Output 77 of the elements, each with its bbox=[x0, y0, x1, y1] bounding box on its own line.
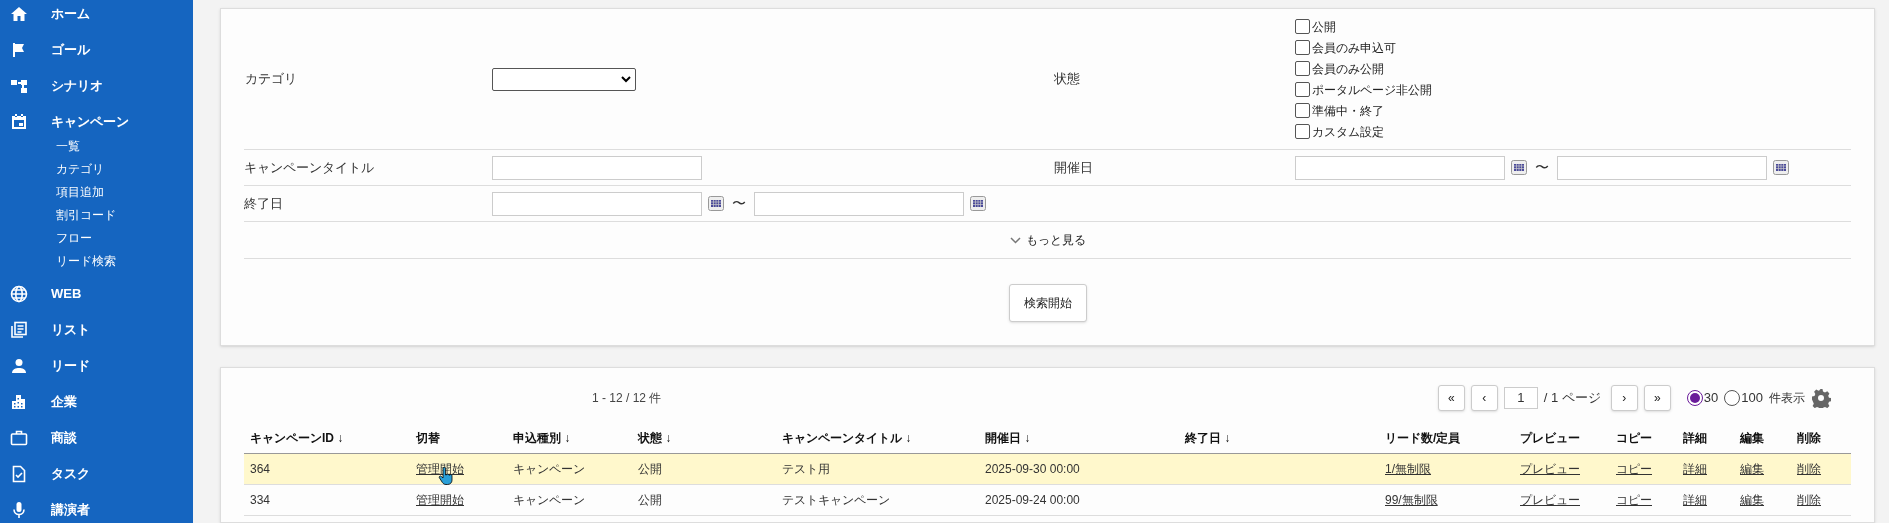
column-header[interactable]: プレビュー bbox=[1514, 424, 1610, 453]
sidebar-item[interactable]: 商談 bbox=[0, 420, 193, 456]
table-cell: テスト用 bbox=[776, 453, 979, 484]
range-separator: 〜 bbox=[1534, 158, 1550, 177]
page-input[interactable]: 1 bbox=[1503, 387, 1538, 409]
table-link[interactable]: 詳細 bbox=[1683, 461, 1707, 476]
table-link[interactable]: プレビュー bbox=[1520, 492, 1580, 507]
page-size-radio[interactable]: 30 bbox=[1686, 388, 1719, 408]
table-link[interactable]: 詳細 bbox=[1683, 492, 1707, 507]
table-cell: 公開 bbox=[632, 453, 776, 484]
sidebar-subitem[interactable]: フロー bbox=[56, 226, 193, 249]
table-cell: 2025-09-30 00:00 bbox=[979, 453, 1179, 484]
column-header[interactable]: 状態 ↓ bbox=[632, 424, 776, 453]
table-cell: 364 bbox=[244, 453, 410, 484]
table-link[interactable]: 編集 bbox=[1740, 492, 1764, 507]
status-checkbox[interactable]: ポータルページ非公開 bbox=[1295, 80, 1851, 99]
status-checkbox[interactable]: 準備中・終了 bbox=[1295, 101, 1851, 120]
result-count: 1 - 12 / 12 件 bbox=[592, 390, 662, 407]
column-header[interactable]: キャンペーンタイトル ↓ bbox=[776, 424, 979, 453]
sidebar-item[interactable]: 講演者 bbox=[0, 492, 193, 523]
sidebar-subitem[interactable]: 割引コード bbox=[56, 203, 193, 226]
table-cell: 2025-09-24 00:00 bbox=[979, 484, 1179, 515]
column-header[interactable]: 開催日 ↓ bbox=[979, 424, 1179, 453]
sidebar-item[interactable]: タスク bbox=[0, 456, 193, 492]
sidebar-item[interactable]: WEB bbox=[0, 276, 193, 312]
sidebar-item[interactable]: シナリオ bbox=[0, 68, 193, 104]
table-link[interactable]: 1/無制限 bbox=[1385, 461, 1431, 476]
column-header[interactable]: 編集 bbox=[1734, 424, 1791, 453]
show-more-link[interactable]: もっと見る bbox=[1009, 231, 1086, 249]
column-header[interactable]: 詳細 bbox=[1677, 424, 1734, 453]
table-cell: 公開 bbox=[632, 484, 776, 515]
field-label: 状態 bbox=[1054, 70, 1081, 89]
column-header[interactable]: 切替 bbox=[410, 424, 507, 453]
sidebar-subitem[interactable]: リード検索 bbox=[56, 249, 193, 272]
sidebar-item[interactable]: リスト bbox=[0, 312, 193, 348]
status-checkbox[interactable]: 会員のみ公開 bbox=[1295, 59, 1851, 78]
previous-page-button[interactable]: ‹ bbox=[1470, 385, 1498, 411]
sidebar-item[interactable]: ゴール bbox=[0, 32, 193, 68]
status-checkbox[interactable]: カスタム設定 bbox=[1295, 122, 1851, 141]
next-page-button[interactable]: › bbox=[1610, 385, 1638, 411]
table-cell: キャンペーン bbox=[507, 453, 632, 484]
table-cell: テストキャンペーン bbox=[776, 484, 979, 515]
column-header[interactable]: 削除 bbox=[1791, 424, 1851, 453]
status-checkbox[interactable]: 会員のみ申込可 bbox=[1295, 38, 1851, 57]
table-row[interactable]: 334 管理開始 キャンペーン 公開 テストキャンペーン 2025-09-24 00:00 99/無制限 プレビュー コピー 詳細 編集 削除 bbox=[244, 484, 1851, 515]
field-label: 開催日 bbox=[1054, 158, 1094, 177]
table-cell: 334 bbox=[244, 484, 410, 515]
table-link[interactable]: 削除 bbox=[1797, 492, 1821, 507]
column-header[interactable]: キャンペーンID ↓ bbox=[244, 424, 410, 453]
column-header[interactable]: コピー bbox=[1610, 424, 1677, 453]
table-link[interactable]: プレビュー bbox=[1520, 461, 1580, 476]
table-link[interactable]: 編集 bbox=[1740, 461, 1764, 476]
table-link[interactable]: 管理開始 bbox=[416, 492, 464, 507]
sidebar-subitem[interactable]: 項目追加 bbox=[56, 180, 193, 203]
column-header[interactable]: 終了日 ↓ bbox=[1179, 424, 1379, 453]
field-label: キャンペーンタイトル bbox=[244, 158, 375, 177]
table-link[interactable]: コピー bbox=[1616, 461, 1652, 476]
range-separator: 〜 bbox=[731, 194, 747, 213]
page-total: / 1 ページ bbox=[1543, 389, 1601, 408]
sidebar-subitem[interactable]: カテゴリ bbox=[56, 157, 193, 180]
sidebar-item[interactable]: リード bbox=[0, 348, 193, 384]
table-cell: キャンペーン bbox=[507, 484, 632, 515]
page-size-radio[interactable]: 100 bbox=[1724, 388, 1763, 408]
column-header[interactable]: 申込種別 ↓ bbox=[507, 424, 632, 453]
field-label: カテゴリ bbox=[244, 70, 298, 89]
table-link[interactable]: 削除 bbox=[1797, 461, 1821, 476]
first-page-button[interactable]: « bbox=[1437, 385, 1465, 411]
search-button[interactable]: 検索開始 bbox=[1008, 284, 1087, 322]
column-header[interactable]: リード数/定員 bbox=[1379, 424, 1514, 453]
sidebar-item[interactable]: ホーム bbox=[0, 0, 193, 32]
last-page-button[interactable]: » bbox=[1643, 385, 1671, 411]
status-checkbox[interactable]: 公開 bbox=[1295, 17, 1851, 36]
table-link[interactable]: 99/無制限 bbox=[1385, 492, 1438, 507]
page-size-label: 件表示 bbox=[1769, 390, 1805, 407]
field-label: 終了日 bbox=[244, 194, 284, 213]
table-link[interactable]: コピー bbox=[1616, 492, 1652, 507]
sidebar-item[interactable]: 企業 bbox=[0, 384, 193, 420]
